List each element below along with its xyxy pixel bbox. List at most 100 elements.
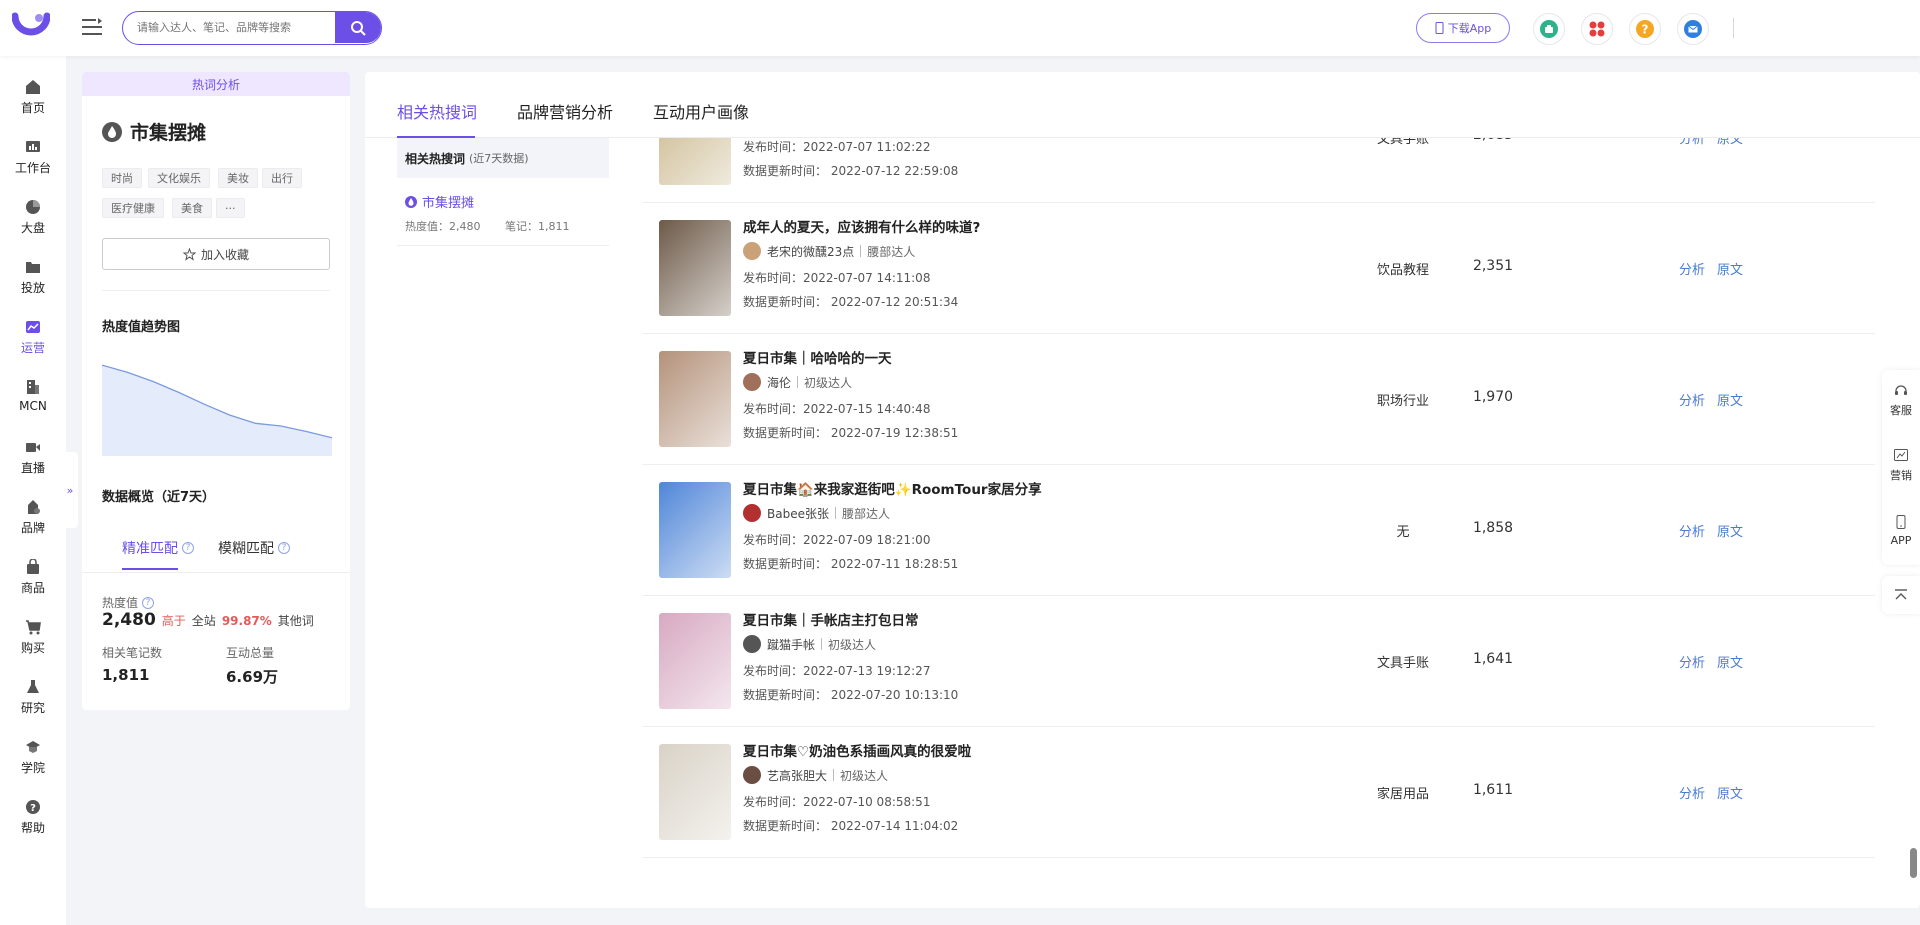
note-thumbnail[interactable] — [659, 138, 731, 185]
sidebar-item-market[interactable]: 大盘 — [0, 192, 66, 242]
more-tags-button[interactable]: ··· — [216, 198, 245, 218]
tag[interactable]: 文化娱乐 — [148, 168, 210, 188]
app-button[interactable]: APP — [1882, 500, 1920, 560]
question-icon[interactable]: ? — [142, 596, 155, 609]
avatar[interactable] — [743, 373, 761, 391]
sidebar-item-purchase[interactable]: 购买 — [0, 612, 66, 662]
note-author: Babee张张 腰部达人 — [743, 504, 890, 522]
analyze-link[interactable]: 分析 — [1679, 390, 1705, 409]
question-icon[interactable]: ? — [278, 542, 290, 554]
note-title[interactable]: 成年人的夏天，应该拥有什么样的味道? — [743, 216, 980, 236]
tab-related-hot-words[interactable]: 相关热搜词 — [397, 99, 477, 123]
tab-exact-match[interactable]: 精准匹配? — [122, 538, 194, 558]
search-button[interactable] — [335, 12, 381, 43]
sidebar-item-help[interactable]: ? 帮助 — [0, 792, 66, 842]
source-link[interactable]: 原文 — [1717, 652, 1743, 671]
note-row[interactable]: 夏日市集｜哈哈哈的一天 海伦 初级达人 发布时间：2022-07-15 14:40:4… — [643, 334, 1875, 465]
add-favorite-button[interactable]: 加入收藏 — [102, 238, 330, 270]
tab-brand-marketing[interactable]: 品牌营销分析 — [517, 99, 613, 123]
source-link[interactable]: 原文 — [1717, 259, 1743, 278]
messages-button[interactable] — [1677, 13, 1709, 45]
tag[interactable]: 时尚 — [102, 168, 142, 188]
author-name[interactable]: 蹴猫手帐 — [767, 636, 815, 653]
sidebar-item-home[interactable]: 首页 — [0, 72, 66, 122]
top-bar: 下载App ? — [0, 0, 1920, 56]
avatar[interactable] — [743, 242, 761, 260]
sidebar-item-delivery[interactable]: 投放 — [0, 252, 66, 302]
note-row[interactable]: 夏日市集｜手帐店主打包日常 蹴猫手帐 初级达人 发布时间：2022-07-13 19:… — [643, 596, 1875, 727]
publish-time: 发布时间：2022-07-10 08:58:51 — [743, 795, 931, 809]
note-row[interactable]: 成年人的夏天，应该拥有什么样的味道? 老宋的微醺23点 腰部达人 发布时间：2022-… — [643, 203, 1875, 334]
app-logo[interactable] — [12, 10, 50, 44]
collapse-panel-toggle[interactable]: » — [62, 452, 78, 528]
customer-service-button[interactable]: 客服 — [1882, 370, 1920, 430]
help-button[interactable]: ? — [1629, 13, 1661, 45]
sidebar-item-label: 商品 — [20, 581, 45, 595]
avatar[interactable] — [743, 504, 761, 522]
tag[interactable]: 医疗健康 — [102, 198, 164, 218]
avatar[interactable] — [743, 766, 761, 784]
mail-icon — [1684, 20, 1702, 38]
tab-fuzzy-match[interactable]: 模糊匹配? — [218, 538, 290, 558]
note-title[interactable]: 夏日市集｜手帐店主打包日常 — [743, 609, 919, 629]
sidebar-item-live[interactable]: 直播 — [0, 432, 66, 482]
briefcase-button[interactable] — [1533, 13, 1565, 45]
tag[interactable]: 出行 — [262, 168, 302, 188]
sidebar-item-label: 学院 — [20, 761, 45, 775]
note-title[interactable]: 夏日市集｜哈哈哈的一天 — [743, 347, 892, 367]
marketing-button[interactable]: 营销 — [1882, 435, 1920, 495]
back-to-top-button[interactable] — [1882, 576, 1920, 614]
analyze-link[interactable]: 分析 — [1679, 138, 1705, 147]
note-row[interactable]: 我怎么能设计出这么清爽好看的手帐胶带🙂提拉多原创工作室腰部达人发布时间：2022… — [643, 138, 1875, 203]
analyze-link[interactable]: 分析 — [1679, 521, 1705, 540]
related-keywords-subtitle: (近7天数据) — [469, 152, 529, 165]
author-name[interactable]: 海伦 — [767, 374, 791, 391]
heat-label: 热度值? — [102, 594, 155, 611]
analyze-link[interactable]: 分析 — [1679, 652, 1705, 671]
sidebar-item-brand[interactable]: 品牌 — [0, 492, 66, 542]
sidebar-item-goods[interactable]: 商品 — [0, 552, 66, 602]
tab-user-profile[interactable]: 互动用户画像 — [653, 99, 749, 123]
author-name[interactable]: Babee张张 — [767, 505, 829, 522]
tag[interactable]: 美食 — [172, 198, 212, 218]
sidebar: 首页 工作台 大盘 投放 运营 MCN 直播 品牌 商品 购买 研究 学院 ? … — [0, 56, 66, 925]
note-title[interactable]: 夏日市集♡奶油色系插画风真的很爱啦 — [743, 740, 971, 760]
tag[interactable]: 美妆 — [218, 168, 258, 188]
note-thumbnail[interactable] — [659, 482, 731, 578]
sidebar-item-operations[interactable]: 运营 — [0, 312, 66, 362]
sidebar-item-academy[interactable]: 学院 — [0, 732, 66, 782]
source-link[interactable]: 原文 — [1717, 390, 1743, 409]
source-link[interactable]: 原文 — [1717, 521, 1743, 540]
author-name[interactable]: 艺高张胆大 — [767, 767, 827, 784]
related-keyword-item[interactable]: 市集摆摊 — [405, 192, 474, 211]
menu-toggle-icon[interactable] — [80, 16, 104, 38]
analyze-link[interactable]: 分析 — [1679, 259, 1705, 278]
sidebar-item-label: 购买 — [20, 641, 45, 655]
update-time: 数据更新时间： 2022-07-12 20:51:34 — [743, 295, 959, 309]
note-thumbnail[interactable] — [659, 613, 731, 709]
update-time: 数据更新时间： 2022-07-12 22:59:08 — [743, 164, 959, 178]
author-name[interactable]: 老宋的微醺23点 — [767, 243, 854, 260]
avatar[interactable] — [743, 635, 761, 653]
source-link[interactable]: 原文 — [1717, 138, 1743, 147]
note-thumbnail[interactable] — [659, 220, 731, 316]
note-title[interactable]: 夏日市集🏠来我家逛街吧✨RoomTour家居分享 — [743, 478, 1042, 498]
analyze-link[interactable]: 分析 — [1679, 783, 1705, 802]
heat-trend-chart — [102, 364, 332, 456]
question-icon[interactable]: ? — [182, 542, 194, 554]
keyword-analysis-panel: 热词分析 市集摆摊 时尚 文化娱乐 美妆 出行 医疗健康 美食 ··· 加入收藏… — [82, 72, 350, 710]
search-input[interactable] — [123, 12, 335, 43]
note-thumbnail[interactable] — [659, 351, 731, 447]
scrollbar[interactable] — [1910, 848, 1917, 878]
sidebar-item-research[interactable]: 研究 — [0, 672, 66, 722]
download-app-button[interactable]: 下载App — [1416, 13, 1510, 43]
sidebar-item-mcn[interactable]: MCN — [0, 372, 66, 422]
note-row[interactable]: 夏日市集♡奶油色系插画风真的很爱啦 艺高张胆大 初级达人 发布时间：2022-07-1… — [643, 727, 1875, 858]
note-row[interactable]: 夏日市集🏠来我家逛街吧✨RoomTour家居分享 Babee张张 腰部达人 发布时间：… — [643, 465, 1875, 596]
note-thumbnail[interactable] — [659, 744, 731, 840]
apps-button[interactable] — [1581, 13, 1613, 45]
sidebar-item-label: 投放 — [20, 281, 45, 295]
source-link[interactable]: 原文 — [1717, 783, 1743, 802]
author-level: 初级达人 — [828, 637, 877, 652]
sidebar-item-workbench[interactable]: 工作台 — [0, 132, 66, 182]
